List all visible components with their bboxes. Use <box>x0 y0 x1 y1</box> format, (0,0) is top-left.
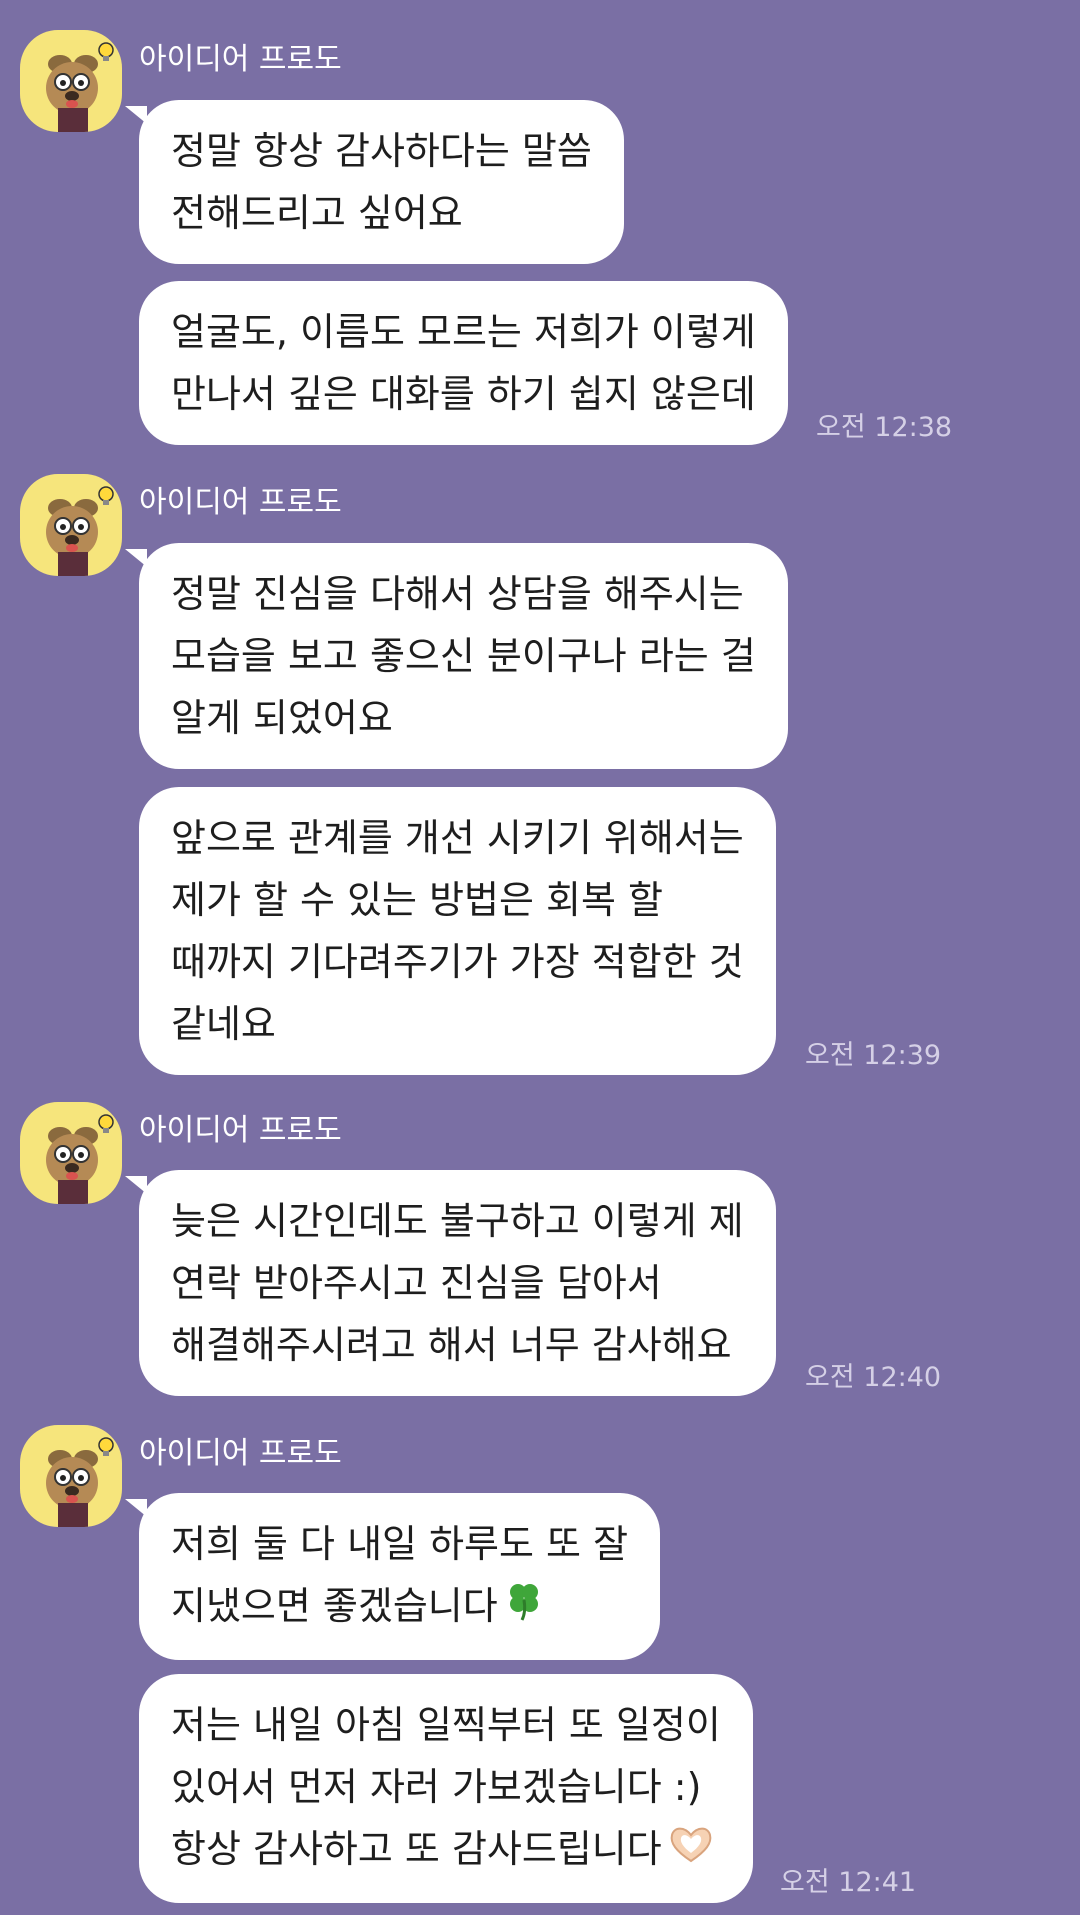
frodo-dog-avatar-icon[interactable] <box>20 1102 122 1204</box>
four-leaf-clover-icon <box>502 1578 546 1640</box>
sender-name: 아이디어 프로도 <box>139 1436 342 1471</box>
message-line: 해결해주시려고 해서 너무 감사해요 <box>171 1323 732 1367</box>
message-line: 모습을 보고 좋으신 분이구나 라는 걸 <box>171 634 756 678</box>
message-line: 연락 받아주시고 진심을 담아서 <box>171 1261 662 1305</box>
message-timestamp: 오전 12:40 <box>805 1362 942 1393</box>
message-bubble[interactable]: 저는 내일 아침 일찍부터 또 일정이 있어서 먼저 자러 가보겠습니다 :) … <box>139 1674 753 1903</box>
message-line: 얼굴도, 이름도 모르는 저희가 이렇게 <box>171 310 756 354</box>
message-timestamp: 오전 12:41 <box>780 1867 917 1898</box>
message-line: 저는 내일 아침 일찍부터 또 일정이 <box>171 1703 721 1747</box>
message-line: 때까지 기다려주기가 가장 적합한 것 <box>171 940 744 984</box>
message-line-with-icon: 지냈으면 좋겠습니다 <box>171 1575 628 1640</box>
message-line-with-icon: 항상 감사하고 또 감사드립니다 <box>171 1818 721 1883</box>
message-line: 저희 둘 다 내일 하루도 또 잘 <box>171 1522 629 1566</box>
message-timestamp: 오전 12:39 <box>805 1040 942 1071</box>
sender-name: 아이디어 프로도 <box>139 485 342 520</box>
message-line: 알게 되었어요 <box>171 696 393 740</box>
message-line: 전해드리고 싶어요 <box>171 191 463 235</box>
message-line: 만나서 깊은 대화를 하기 쉽지 않은데 <box>171 372 756 416</box>
frodo-dog-avatar-icon[interactable] <box>20 30 122 132</box>
message-line: 늦은 시간인데도 불구하고 이렇게 제 <box>171 1199 744 1243</box>
message-line: 지냈으면 좋겠습니다 <box>171 1584 498 1628</box>
message-timestamp: 오전 12:38 <box>816 412 953 443</box>
message-bubble[interactable]: 저희 둘 다 내일 하루도 또 잘 지냈으면 좋겠습니다 <box>124 1493 661 1660</box>
sender-name: 아이디어 프로도 <box>139 1113 342 1148</box>
sender-name: 아이디어 프로도 <box>139 42 342 77</box>
message-bubble[interactable]: 정말 항상 감사하다는 말씀 전해드리고 싶어요 <box>125 100 624 264</box>
message-line: 항상 감사하고 또 감사드립니다 <box>171 1827 662 1871</box>
chat-room[interactable]: 아이디어 프로도 정말 항상 감사하다는 말씀 전해드리고 싶어요 얼굴도, 이… <box>0 0 1080 1915</box>
frodo-dog-avatar-icon[interactable] <box>20 1425 122 1527</box>
message-bubble[interactable]: 앞으로 관계를 개선 시키기 위해서는 제가 할 수 있는 방법은 회복 할 때… <box>139 787 776 1075</box>
message-bubble[interactable]: 정말 진심을 다해서 상담을 해주시는 모습을 보고 좋으신 분이구나 라는 걸… <box>125 543 788 769</box>
message-line: 같네요 <box>171 1002 276 1046</box>
message-bubble[interactable]: 얼굴도, 이름도 모르는 저희가 이렇게 만나서 깊은 대화를 하기 쉽지 않은… <box>139 281 788 445</box>
message-line: 정말 진심을 다해서 상담을 해주시는 <box>171 572 744 616</box>
heart-hands-icon <box>666 1821 716 1883</box>
message-bubble[interactable]: 늦은 시간인데도 불구하고 이렇게 제 연락 받아주시고 진심을 담아서 해결해… <box>125 1170 776 1396</box>
message-line: 앞으로 관계를 개선 시키기 위해서는 <box>171 816 744 860</box>
frodo-dog-avatar-icon[interactable] <box>20 474 122 576</box>
message-line: 제가 할 수 있는 방법은 회복 할 <box>171 878 663 922</box>
message-line: 정말 항상 감사하다는 말씀 <box>171 129 592 173</box>
message-line: 있어서 먼저 자러 가보겠습니다 :) <box>171 1765 702 1809</box>
